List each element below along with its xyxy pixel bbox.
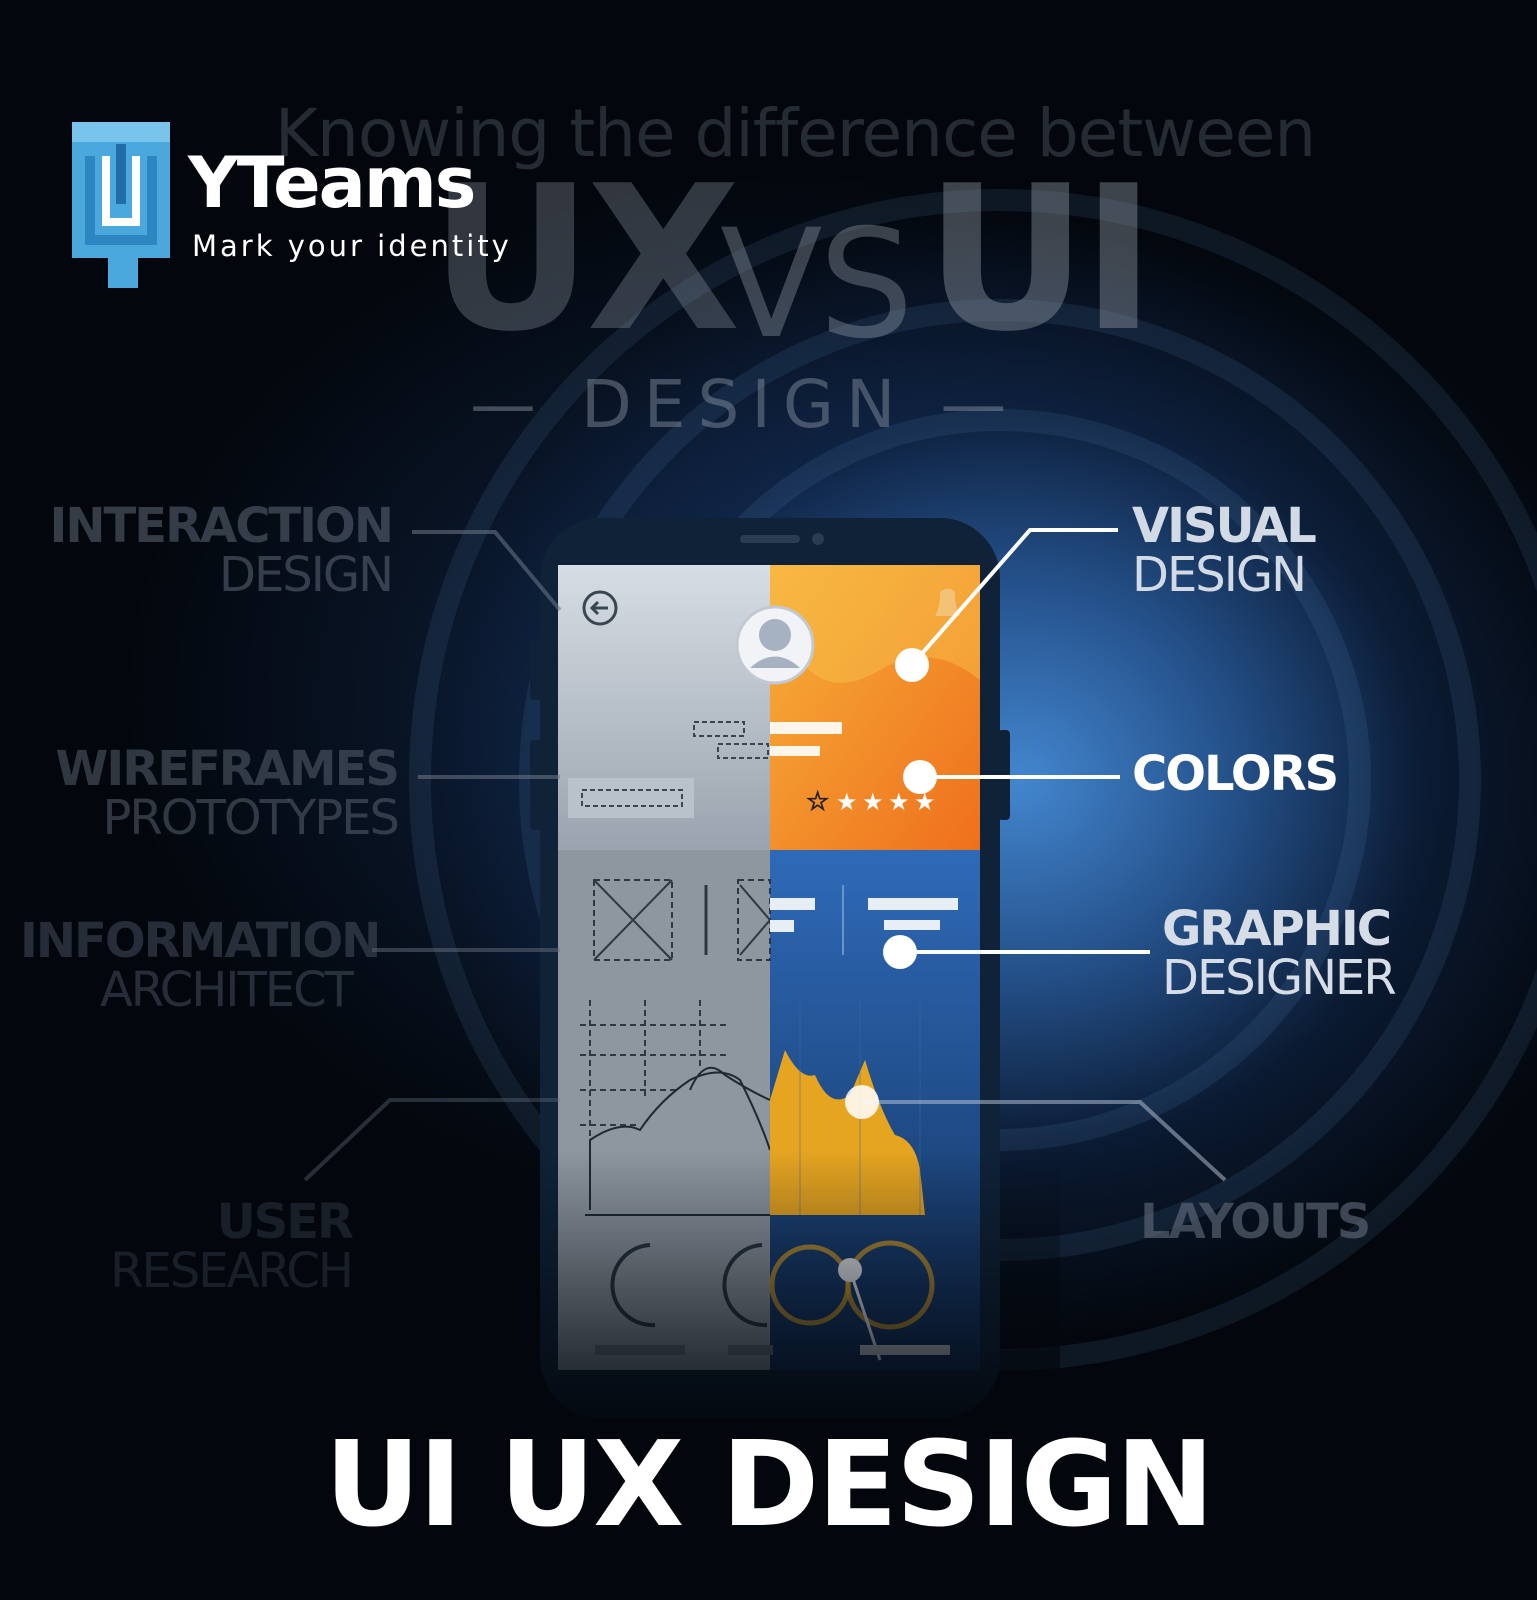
label-layouts: LAYOUTS [1140, 1194, 1371, 1250]
label-information-architect: INFORMATION ARCHITECT [20, 913, 381, 1018]
svg-text:★: ★ [836, 788, 858, 816]
phone-side-button [530, 740, 542, 830]
label-colors: COLORS [1132, 746, 1339, 802]
filter-icon [868, 898, 958, 910]
brand-tagline: Mark your identity [192, 229, 512, 263]
label-user-research: USER RESEARCH [110, 1194, 354, 1299]
brand-name: YTeams [188, 142, 476, 224]
label-visual-design: VISUAL DESIGN [1132, 498, 1317, 603]
svg-text:★: ★ [888, 788, 910, 816]
svg-text:★: ★ [862, 788, 884, 816]
poster-canvas: Knowing the difference between UX VS UI … [0, 0, 1537, 1600]
label-wireframes-prototypes: WIREFRAMES PROTOTYPES [55, 741, 400, 846]
label-interaction-design: INTERACTION DESIGN [49, 498, 394, 603]
svg-text:☆: ☆ [806, 787, 829, 817]
phone-speaker [740, 535, 800, 543]
phone-side-button [530, 640, 542, 700]
page-title: UI UX DESIGN [324, 1415, 1215, 1553]
label-graphic-designer: GRAPHIC DESIGNER [1162, 901, 1397, 1006]
yteams-logo-icon [72, 122, 170, 288]
phone-camera [812, 533, 824, 545]
